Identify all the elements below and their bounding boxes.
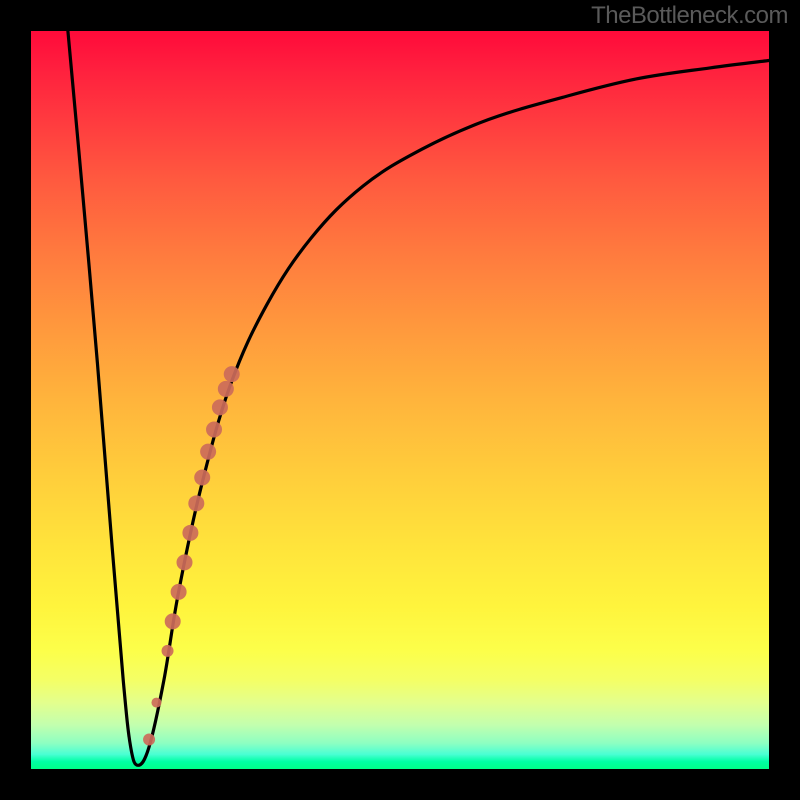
plot-gradient-background [31,31,769,769]
highlight-dots [143,366,240,745]
chart-svg [31,31,769,769]
watermark-text: TheBottleneck.com [591,2,788,30]
bottleneck-curve [68,31,769,765]
